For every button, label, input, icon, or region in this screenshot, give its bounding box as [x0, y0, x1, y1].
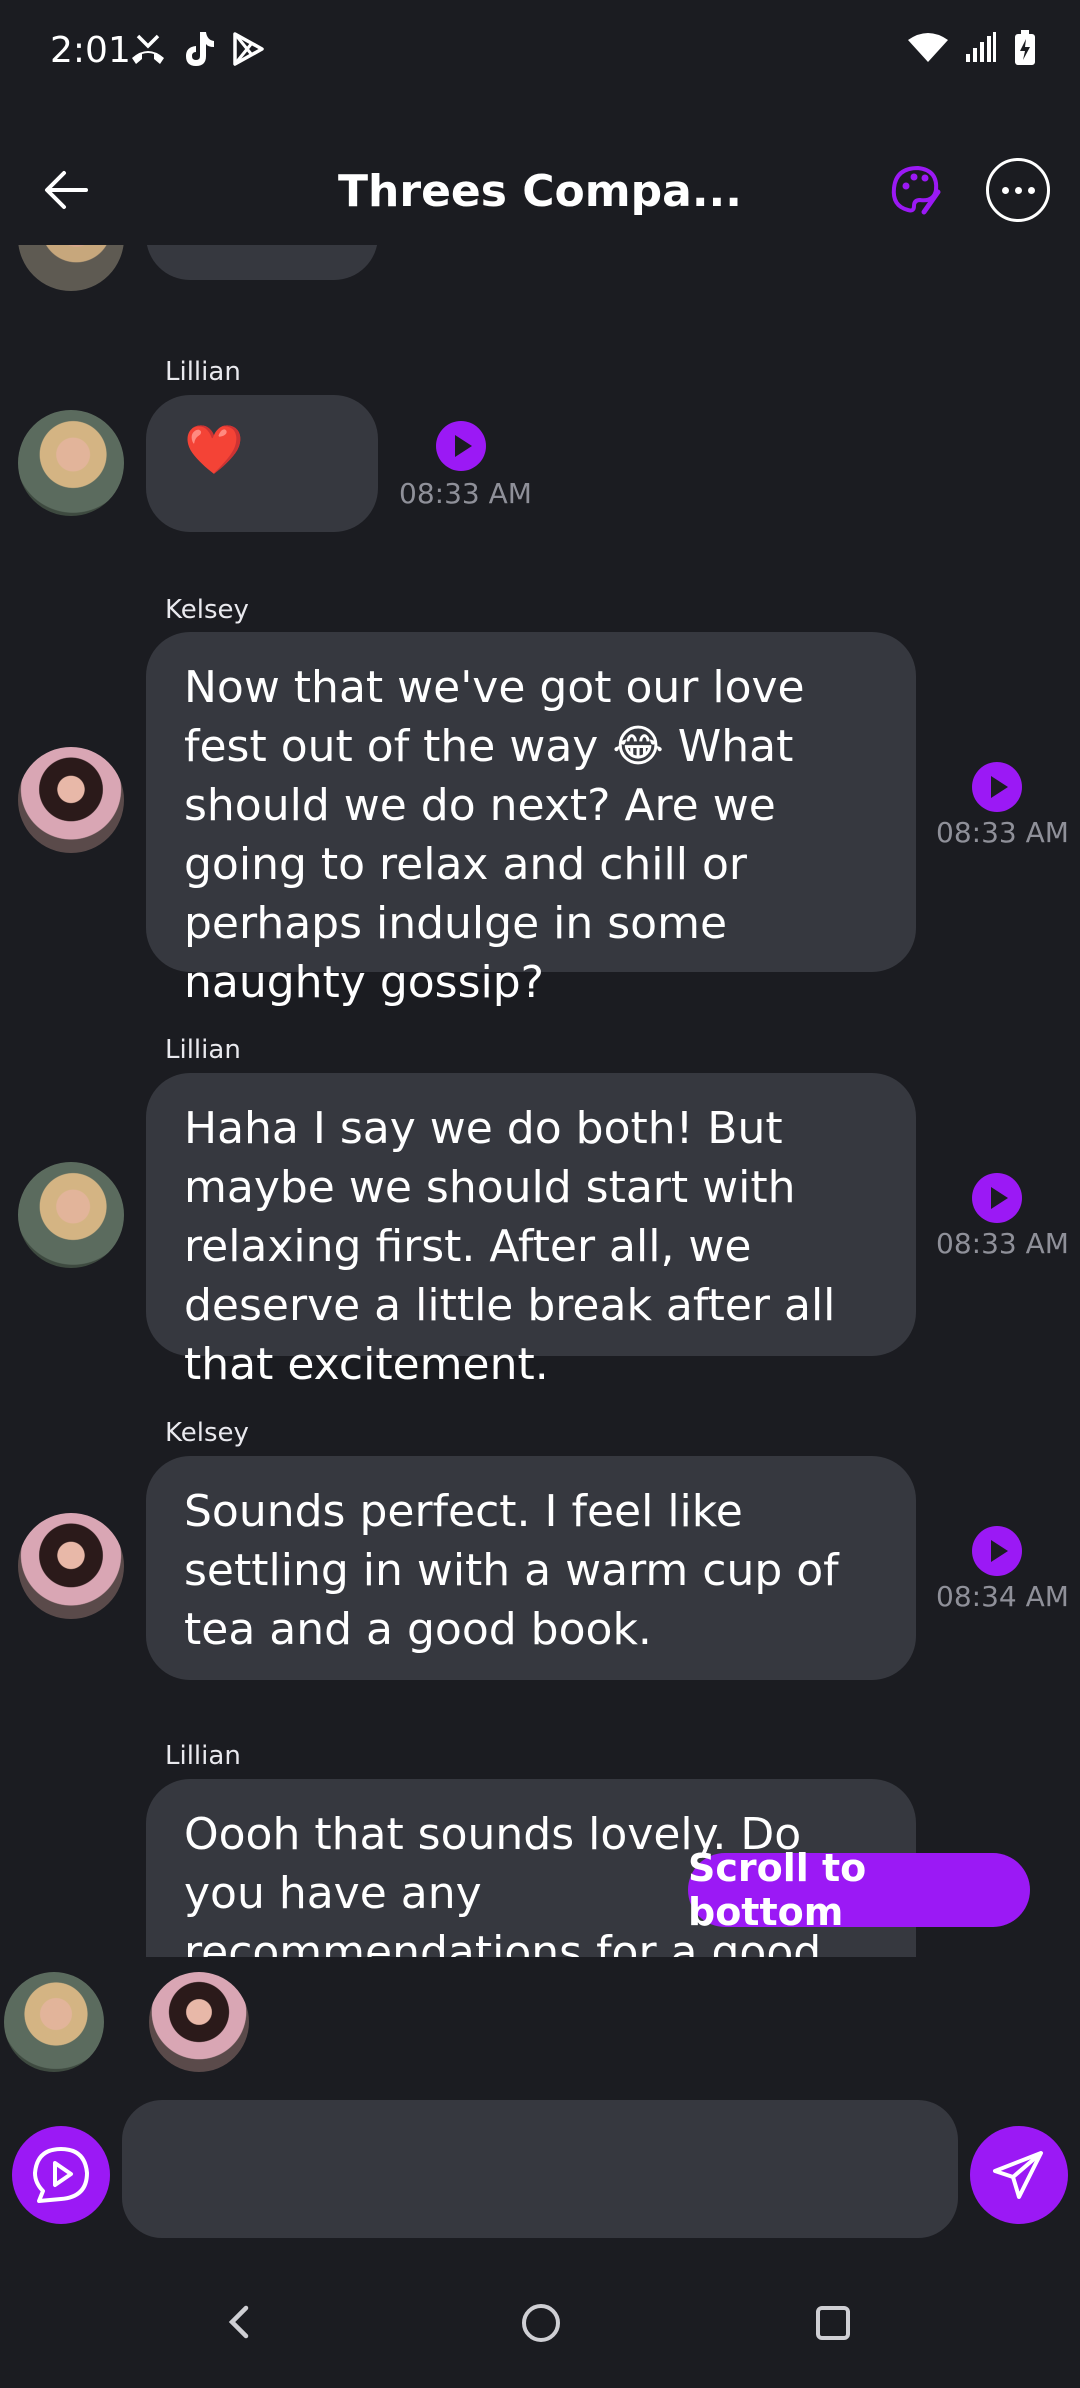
scroll-to-bottom-button[interactable]: Scroll to bottom — [688, 1846, 1030, 1934]
message-bubble-partial — [146, 245, 378, 280]
sender-name: Kelsey — [165, 595, 249, 625]
send-icon — [993, 2151, 1043, 2199]
message-text: Sounds perfect. I feel like settling in … — [184, 1486, 839, 1655]
play-audio-button[interactable] — [972, 1173, 1022, 1223]
signal-icon — [966, 32, 996, 62]
message-bubble: ❤️ — [146, 395, 378, 532]
play-audio-button[interactable] — [972, 1526, 1022, 1576]
nav-recents-icon[interactable] — [816, 2306, 850, 2340]
app-bar: Threes Compa... — [0, 140, 1080, 245]
message-text: Now that we've got our love fest out of … — [184, 662, 805, 1008]
sender-name: Lillian — [165, 1035, 241, 1065]
play-audio-button[interactable] — [436, 421, 486, 471]
play-audio-button[interactable] — [972, 762, 1022, 812]
send-button[interactable] — [970, 2126, 1068, 2224]
avatar-lillian — [18, 1162, 124, 1268]
message-time: 08:34 AM — [936, 1580, 1069, 1613]
message-list[interactable]: Lillian ❤️ 08:33 AM Kelsey Now that we'v… — [0, 245, 1080, 1957]
avatar-kelsey — [18, 1513, 124, 1619]
status-time: 2:01 — [50, 30, 131, 71]
avatar-kelsey — [18, 747, 124, 853]
voice-chat-icon — [33, 2147, 89, 2203]
message-input[interactable] — [122, 2100, 958, 2238]
missed-call-icon — [132, 34, 164, 64]
message-bubble: Haha I say we do both! But maybe we shou… — [146, 1073, 916, 1390]
play-store-icon — [233, 32, 264, 66]
message-time: 08:33 AM — [936, 816, 1069, 849]
sender-name: Kelsey — [165, 1418, 249, 1448]
nav-home-icon[interactable] — [522, 2304, 560, 2342]
message-bubble: Now that we've got our love fest out of … — [146, 632, 916, 1008]
status-bar: 2:01 — [0, 0, 1080, 110]
message-text: Haha I say we do both! But maybe we shou… — [184, 1103, 836, 1390]
message-time: 08:33 AM — [936, 1227, 1069, 1260]
voice-message-button[interactable] — [12, 2126, 110, 2224]
message-time: 08:33 AM — [399, 477, 532, 510]
more-dot-icon — [1001, 186, 1009, 194]
tiktok-icon — [186, 32, 214, 66]
avatar-lillian — [18, 410, 124, 516]
sender-name: Lillian — [165, 357, 241, 387]
participants-row — [0, 1970, 1080, 2080]
palette-icon — [891, 165, 941, 215]
battery-charging-icon — [1015, 30, 1035, 65]
theme-button[interactable] — [888, 162, 944, 218]
more-options-button[interactable] — [986, 158, 1050, 222]
participant-avatar-kelsey[interactable] — [149, 1972, 249, 2072]
sender-name: Lillian — [165, 1741, 241, 1771]
system-nav-bar — [0, 2290, 1080, 2370]
composer — [0, 2098, 1080, 2238]
message-bubble: Sounds perfect. I feel like settling in … — [146, 1456, 916, 1680]
participant-avatar-lillian[interactable] — [4, 1972, 104, 2072]
wifi-icon — [908, 33, 948, 62]
avatar-partial — [18, 245, 124, 291]
message-text: ❤️ — [184, 422, 244, 478]
nav-back-icon[interactable] — [222, 2302, 256, 2342]
